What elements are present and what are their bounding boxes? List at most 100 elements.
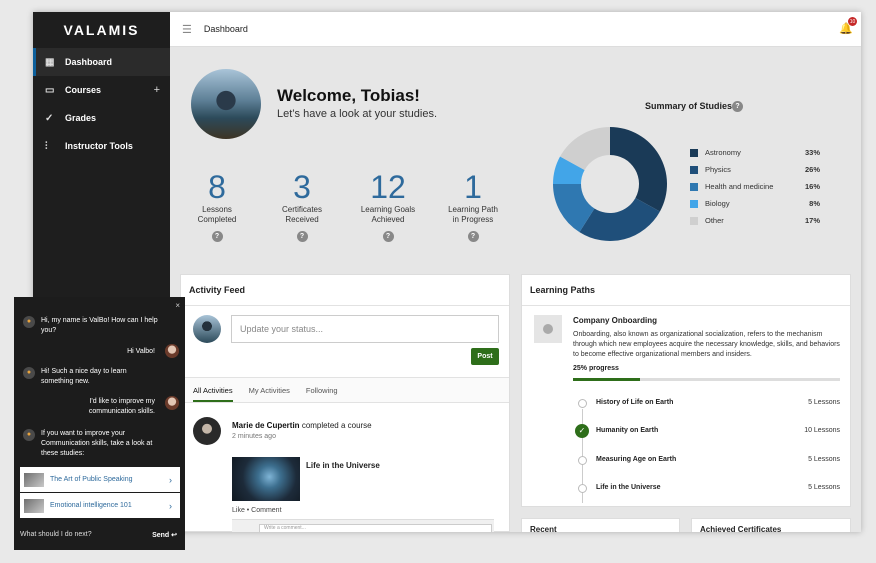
help-icon[interactable]: ? bbox=[732, 101, 743, 112]
check-circle-icon: ✓ bbox=[575, 424, 589, 438]
help-icon[interactable]: ? bbox=[296, 231, 308, 242]
step-count: 5 Lessons bbox=[808, 456, 840, 463]
top-bar: ☰ Dashboard 🔔 10 bbox=[170, 12, 861, 47]
dashboard-icon: ▦ bbox=[45, 56, 55, 68]
step-title: History of Life on Earth bbox=[596, 399, 674, 406]
bot-icon: ● bbox=[23, 316, 35, 328]
sidebar-item-label: Instructor Tools bbox=[65, 141, 133, 151]
help-icon[interactable]: ? bbox=[211, 231, 223, 242]
notification-bell-icon[interactable]: 🔔 10 bbox=[839, 17, 857, 35]
path-step[interactable]: History of Life on Earth 5 Lessons bbox=[573, 398, 840, 410]
status-input[interactable]: Update your status... bbox=[231, 315, 499, 343]
path-icon bbox=[534, 315, 562, 343]
step-count: 10 Lessons bbox=[804, 427, 840, 434]
legend-percent: 26% bbox=[804, 165, 820, 174]
course-image[interactable] bbox=[232, 457, 300, 501]
post-author[interactable]: Marie de Cupertin bbox=[232, 421, 300, 430]
path-name[interactable]: Company Onboarding bbox=[573, 316, 657, 325]
suggested-course-link[interactable]: Emotional intelligence 101 › bbox=[20, 493, 180, 518]
stat-label: Received bbox=[285, 215, 319, 224]
legend-swatch bbox=[690, 199, 698, 208]
stat-value: 3 bbox=[293, 169, 311, 205]
path-step[interactable]: Measuring Age on Earth 5 Lessons bbox=[573, 455, 840, 467]
tab-my-activities[interactable]: My Activities bbox=[249, 386, 290, 402]
stat-value: 1 bbox=[464, 169, 482, 205]
tab-following[interactable]: Following bbox=[306, 386, 338, 402]
post-actions[interactable]: Like • Comment bbox=[232, 507, 282, 514]
bot-icon: ● bbox=[23, 367, 35, 379]
stat-label: Certificates bbox=[281, 205, 322, 214]
step-count: 5 Lessons bbox=[808, 399, 840, 406]
close-icon[interactable]: × bbox=[175, 301, 180, 310]
stat-value: 12 bbox=[370, 169, 406, 205]
achieved-certificates-card: Achieved Certificates bbox=[691, 518, 851, 532]
legend-item: Biology 8% bbox=[690, 195, 820, 212]
sidebar-item-instructor-tools[interactable]: ⫶ Instructor Tools bbox=[33, 132, 170, 160]
legend-percent: 33% bbox=[804, 148, 820, 157]
path-step[interactable]: ✓ Humanity on Earth 10 Lessons bbox=[573, 424, 840, 438]
help-icon[interactable]: ? bbox=[382, 231, 394, 242]
summary-legend: Astronomy 33% Physics 26% Health and medicin… bbox=[690, 144, 820, 229]
stat-label: Learning Goals bbox=[360, 205, 416, 214]
sidebar-item-dashboard[interactable]: ▦ Dashboard bbox=[33, 48, 170, 76]
bot-message: If you want to improve your Communicatio… bbox=[41, 430, 153, 457]
stat-label: Learning Path bbox=[448, 205, 498, 214]
bot-message: Hi, my name is ValBo! How can I help you… bbox=[41, 317, 158, 334]
step-dot-icon bbox=[578, 456, 587, 465]
tab-all-activities[interactable]: All Activities bbox=[193, 386, 233, 402]
legend-item: Astronomy 33% bbox=[690, 144, 820, 161]
post-button[interactable]: Post bbox=[471, 348, 499, 365]
hamburger-menu-icon[interactable]: ☰ bbox=[182, 23, 192, 36]
step-count: 5 Lessons bbox=[808, 484, 840, 491]
legend-label: Astronomy bbox=[705, 148, 741, 157]
summary-title: Summary of Studies bbox=[645, 101, 733, 111]
welcome-subtitle: Let’s have a look at your studies. bbox=[277, 108, 438, 120]
stat-label: Lessons bbox=[202, 205, 232, 214]
sidebar-item-grades[interactable]: ✓ Grades bbox=[33, 104, 170, 132]
stat-value: 8 bbox=[208, 169, 226, 205]
stat-certificates: 3 Certificates Received ? bbox=[257, 169, 347, 243]
legend-label: Health and medicine bbox=[705, 182, 774, 191]
post-time: 2 minutes ago bbox=[232, 433, 276, 440]
legend-item: Physics 26% bbox=[690, 161, 820, 178]
step-dot-icon bbox=[578, 399, 587, 408]
chevron-right-icon: › bbox=[169, 500, 172, 511]
legend-label: Other bbox=[705, 216, 724, 225]
legend-item: Health and medicine 16% bbox=[690, 178, 820, 195]
avatar bbox=[193, 315, 221, 343]
chat-input[interactable]: What should I do next? bbox=[20, 531, 92, 538]
user-avatar bbox=[191, 69, 261, 139]
comment-input[interactable]: Write a comment... bbox=[259, 524, 492, 532]
sidebar-item-courses[interactable]: ▭ Courses + bbox=[33, 76, 170, 104]
sidebar-item-label: Courses bbox=[65, 85, 102, 95]
legend-percent: 16% bbox=[804, 182, 820, 191]
help-icon[interactable]: ? bbox=[467, 231, 479, 242]
learning-paths-card: Learning Paths Company Onboarding Onboar… bbox=[521, 274, 851, 507]
suggested-course-link[interactable]: The Art of Public Speaking › bbox=[20, 467, 180, 492]
recent-card: Recent bbox=[521, 518, 680, 532]
notification-badge: 10 bbox=[848, 17, 857, 26]
feed-tabs: All Activities My Activities Following bbox=[181, 377, 509, 403]
post-course-title[interactable]: Life in the Universe bbox=[306, 461, 380, 470]
stat-label: in Progress bbox=[452, 215, 494, 224]
stat-label: Achieved bbox=[371, 215, 405, 224]
step-title: Measuring Age on Earth bbox=[596, 456, 677, 463]
check-icon: ✓ bbox=[45, 112, 54, 124]
legend-percent: 17% bbox=[804, 216, 820, 225]
legend-label: Physics bbox=[705, 165, 731, 174]
add-course-icon[interactable]: + bbox=[154, 84, 160, 96]
activity-feed-title: Activity Feed bbox=[181, 275, 509, 306]
avatar bbox=[193, 417, 221, 445]
donut-slice-astronomy[interactable] bbox=[610, 127, 667, 212]
path-description: Onboarding, also known as organizational… bbox=[573, 331, 840, 358]
send-button[interactable]: Send ↩ bbox=[152, 531, 177, 539]
book-icon: ▭ bbox=[45, 84, 55, 96]
summary-donut-chart bbox=[553, 127, 667, 241]
avatar bbox=[165, 396, 179, 410]
sidebar-item-label: Dashboard bbox=[65, 57, 113, 67]
post-action: completed a course bbox=[301, 421, 372, 430]
welcome-title: Welcome, Tobias! bbox=[277, 86, 420, 105]
path-step[interactable]: Life in the Universe 5 Lessons bbox=[573, 483, 840, 495]
legend-swatch bbox=[690, 216, 698, 225]
chatbot-panel: × ● Hi, my name is ValBo! How can I help… bbox=[14, 297, 185, 550]
